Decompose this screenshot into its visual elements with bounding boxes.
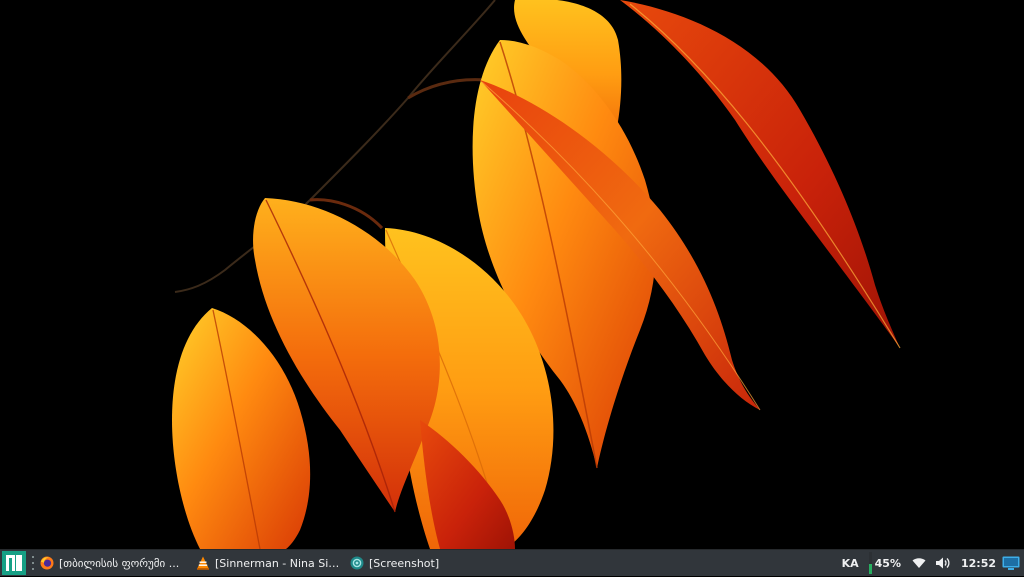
application-launcher[interactable]	[2, 551, 26, 575]
task-firefox[interactable]: [თბილისის ფორუმი ...	[38, 550, 194, 577]
manjaro-logo-icon	[6, 555, 22, 571]
firefox-icon	[40, 556, 54, 570]
task-label: [Sinnerman - Nina Sim...	[215, 556, 344, 570]
panel-drag-handle[interactable]	[30, 556, 36, 570]
battery-level-bar	[868, 552, 872, 574]
keyboard-layout-indicator[interactable]: KA	[842, 557, 859, 570]
show-desktop-icon[interactable]	[1002, 555, 1020, 571]
task-label: [თბილისის ფორუმი ...	[59, 556, 180, 570]
clock[interactable]: 12:52	[961, 557, 996, 570]
screenshot-icon	[350, 556, 364, 570]
wifi-icon[interactable]	[911, 555, 927, 571]
volume-icon[interactable]	[935, 555, 951, 571]
battery-indicator[interactable]: 45%	[868, 550, 901, 577]
vlc-icon	[196, 556, 210, 570]
battery-percent: 45%	[874, 556, 901, 570]
battery-fill	[868, 564, 872, 574]
task-label: [Screenshot]	[369, 556, 440, 570]
taskbar: [თბილისის ფორუმი ... [Sinnerman - Nina S…	[0, 549, 1024, 576]
system-tray: KA 45% 12:52	[842, 550, 1024, 577]
desktop[interactable]	[0, 0, 1024, 549]
wallpaper-image	[0, 0, 1024, 549]
task-screenshot[interactable]: [Screenshot]	[348, 550, 454, 577]
task-vlc[interactable]: [Sinnerman - Nina Sim...	[194, 550, 348, 577]
